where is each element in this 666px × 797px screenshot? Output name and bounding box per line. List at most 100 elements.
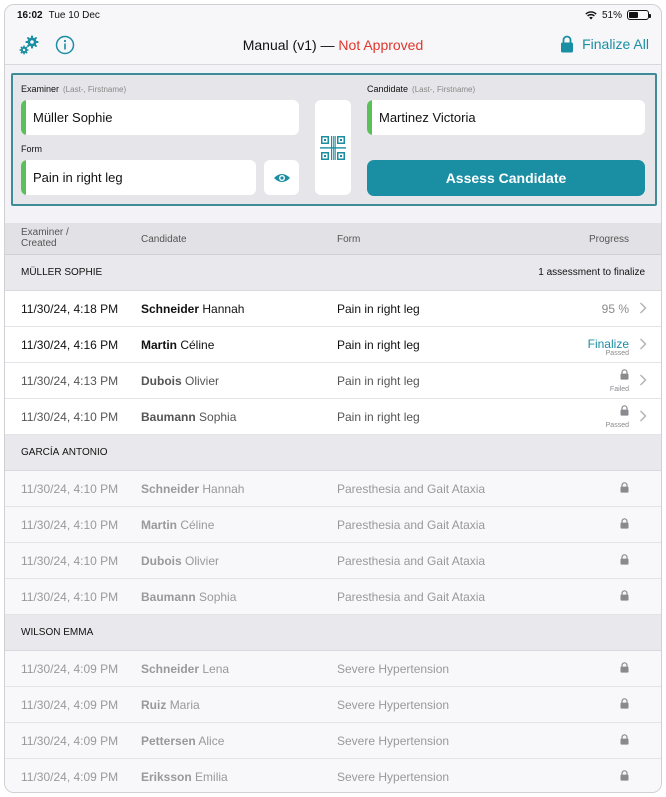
group-header: WILSON EMMA [5, 615, 661, 651]
candidate-label: Candidate (Last-, Firstname) [367, 84, 476, 94]
row-form: Severe Hypertension [337, 662, 450, 676]
chevron-right-icon [640, 410, 647, 422]
row-candidate: Ruiz Maria [141, 698, 200, 712]
eye-icon [273, 173, 290, 182]
col-progress[interactable]: Progress [589, 234, 629, 245]
finalize-all-button[interactable]: Finalize All [560, 35, 649, 53]
row-progress: Passed [549, 405, 629, 429]
table-row[interactable]: 11/30/24, 4:10 PM Baumann Sophia Pain in… [5, 399, 661, 435]
lock-icon [620, 662, 629, 673]
row-progress: Failed [549, 369, 629, 393]
row-form: Paresthesia and Gait Ataxia [337, 590, 486, 604]
row-date: 11/30/24, 4:10 PM [21, 518, 119, 532]
row-form: Pain in right leg [337, 338, 420, 352]
lock-icon [620, 698, 629, 709]
row-candidate: Schneider Hannah [141, 302, 245, 316]
row-candidate: Schneider Lena [141, 662, 230, 676]
row-date: 11/30/24, 4:10 PM [21, 410, 119, 424]
preview-eye-button[interactable] [264, 160, 299, 195]
group-header: MÜLLER SOPHIE 1 assessment to finalize [5, 255, 661, 291]
row-candidate: Pettersen Alice [141, 734, 225, 748]
table-row[interactable]: 11/30/24, 4:09 PM Eriksson Emilia Severe… [5, 759, 661, 792]
row-progress: Finalize Passed [549, 333, 629, 357]
settings-gears-icon[interactable] [17, 33, 41, 57]
wifi-icon [585, 11, 597, 20]
group-header: GARCÍA ANTONIO [5, 435, 661, 471]
examiner-last: Müller [33, 110, 69, 125]
row-candidate: Eriksson Emilia [141, 770, 228, 784]
col-form[interactable]: Form [337, 234, 360, 245]
table-row[interactable]: 11/30/24, 4:10 PM Martin Céline Paresthe… [5, 507, 661, 543]
group-examiner-first: ANTONIO [62, 447, 108, 458]
form-field[interactable]: Pain in right leg [21, 160, 256, 195]
progress-value: 95 % [601, 302, 629, 316]
group-examiner-last: GARCÍA [21, 447, 60, 458]
table-row[interactable]: 11/30/24, 4:10 PM Schneider Hannah Pares… [5, 471, 661, 507]
row-form: Paresthesia and Gait Ataxia [337, 554, 486, 568]
table-row[interactable]: 11/30/24, 4:10 PM Dubois Olivier Paresth… [5, 543, 661, 579]
row-form: Severe Hypertension [337, 770, 450, 784]
assessment-list: MÜLLER SOPHIE 1 assessment to finalize 1… [5, 255, 661, 792]
nav-bar: Manual (v1) — Not Approved Finalize All [5, 25, 661, 65]
info-icon[interactable] [53, 33, 77, 57]
row-candidate: Martin Céline [141, 338, 215, 352]
app-window: 16:02 Tue 10 Dec 51% Manual (v1) — Not A… [4, 4, 662, 793]
lock-icon [620, 482, 629, 493]
col-candidate[interactable]: Candidate [141, 234, 187, 245]
examiner-field[interactable]: Müller Sophie [21, 100, 299, 135]
table-row[interactable]: 11/30/24, 4:09 PM Pettersen Alice Severe… [5, 723, 661, 759]
row-candidate: Baumann Sophia [141, 410, 237, 424]
table-row[interactable]: 11/30/24, 4:16 PM Martin Céline Pain in … [5, 327, 661, 363]
row-date: 11/30/24, 4:13 PM [21, 374, 119, 388]
examiner-first: Sophie [72, 110, 113, 125]
result-label: Failed [609, 386, 629, 393]
status-right: 51% [585, 9, 651, 21]
form-value: Pain in right leg [33, 170, 123, 185]
finalize-link[interactable]: Finalize [588, 337, 629, 351]
row-form: Pain in right leg [337, 374, 420, 388]
chevron-right-icon [640, 374, 647, 386]
col-examiner[interactable]: Examiner / Created [21, 227, 69, 249]
candidate-first: Victoria [432, 110, 476, 125]
table-row[interactable]: 11/30/24, 4:09 PM Schneider Lena Severe … [5, 651, 661, 687]
row-form: Severe Hypertension [337, 734, 450, 748]
row-date: 11/30/24, 4:09 PM [21, 734, 119, 748]
form-label: Form [21, 144, 42, 154]
scan-qr-button[interactable] [315, 100, 351, 195]
row-candidate: Schneider Hannah [141, 482, 245, 496]
result-label: Passed [605, 422, 629, 429]
status-date: Tue 10 Dec [48, 9, 100, 21]
row-candidate: Dubois Olivier [141, 554, 220, 568]
row-form: Paresthesia and Gait Ataxia [337, 482, 486, 496]
lock-icon [620, 734, 629, 745]
table-row[interactable]: 11/30/24, 4:09 PM Ruiz Maria Severe Hype… [5, 687, 661, 723]
row-form: Paresthesia and Gait Ataxia [337, 518, 486, 532]
candidate-field[interactable]: Martinez Victoria [367, 100, 645, 135]
status-time: 16:02 [17, 9, 43, 21]
row-form: Pain in right leg [337, 302, 420, 316]
table-row[interactable]: 11/30/24, 4:10 PM Baumann Sophia Paresth… [5, 579, 661, 615]
table-row[interactable]: 11/30/24, 4:13 PM Dubois Olivier Pain in… [5, 363, 661, 399]
approval-status: Not Approved [338, 36, 424, 53]
finalize-all-label: Finalize All [582, 36, 649, 52]
row-date: 11/30/24, 4:16 PM [21, 338, 119, 352]
table-row[interactable]: 11/30/24, 4:18 PM Schneider Hannah Pain … [5, 291, 661, 327]
row-date: 11/30/24, 4:10 PM [21, 482, 119, 496]
battery-percent: 51% [601, 9, 622, 21]
assessment-setup-panel: Examiner (Last-, Firstname) Müller Sophie… [11, 73, 657, 206]
chevron-right-icon [640, 338, 647, 350]
status-bar: 16:02 Tue 10 Dec 51% [5, 5, 661, 25]
title-prefix: Manual (v1) — [242, 36, 335, 53]
row-progress: 95 % [549, 297, 629, 321]
result-label: Passed [605, 350, 629, 357]
row-date: 11/30/24, 4:18 PM [21, 302, 119, 316]
candidate-last: Martinez [379, 110, 429, 125]
table-header: Examiner / Created Candidate Form Progre… [5, 223, 661, 255]
assess-candidate-button[interactable]: Assess Candidate [367, 160, 645, 196]
lock-icon [620, 518, 629, 529]
group-examiner-last: MÜLLER [21, 267, 62, 278]
row-candidate: Martin Céline [141, 518, 215, 532]
battery-icon [627, 10, 651, 20]
lock-icon [620, 770, 629, 781]
row-date: 11/30/24, 4:10 PM [21, 554, 119, 568]
